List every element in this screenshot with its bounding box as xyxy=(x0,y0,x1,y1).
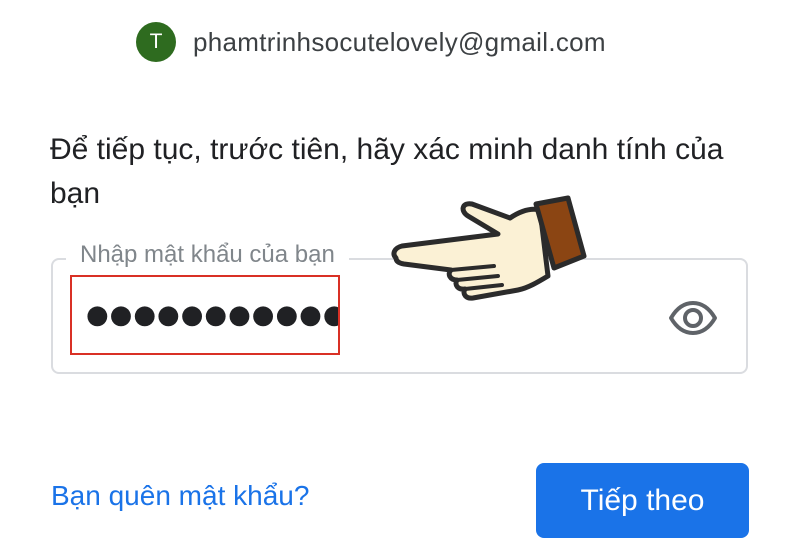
password-field-label: Nhập mật khẩu của bạn xyxy=(66,238,349,272)
avatar: T xyxy=(136,22,176,62)
eye-icon[interactable] xyxy=(668,300,718,336)
forgot-password-link[interactable]: Bạn quên mật khẩu? xyxy=(51,480,309,512)
account-email: phamtrinhsocutelovely@gmail.com xyxy=(193,26,606,57)
password-input[interactable]: ●●●●●●●●●●● xyxy=(70,275,340,355)
pointing-hand-icon xyxy=(391,195,587,301)
next-button[interactable]: Tiếp theo xyxy=(536,463,749,538)
account-chip[interactable]: T phamtrinhsocutelovely@gmail.com xyxy=(136,22,606,62)
